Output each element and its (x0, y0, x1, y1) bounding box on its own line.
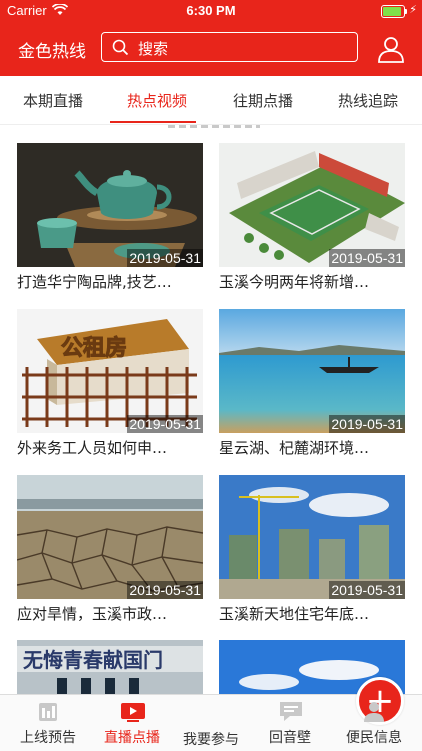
status-bar: Carrier 6:30 PM ⚡ (0, 0, 422, 22)
video-caption: 外来务工人员如何申… (17, 439, 168, 457)
video-thumbnail: 无悔青春献国门 (17, 640, 203, 694)
video-caption: 打造华宁陶品牌,技艺… (17, 273, 172, 291)
active-tab-indicator (110, 121, 196, 123)
tab-hot-videos[interactable]: 热点视频 (112, 90, 202, 111)
charging-icon: ⚡ (409, 3, 417, 16)
battery-fill (383, 7, 401, 16)
video-date: 2019-05-31 (329, 581, 405, 599)
video-date: 2019-05-31 (127, 581, 203, 599)
video-date: 2019-05-31 (127, 415, 203, 433)
person-icon (362, 699, 386, 727)
nav-label: 直播点播 (104, 730, 160, 746)
video-date: 2019-05-31 (329, 415, 405, 433)
message-icon (278, 699, 304, 727)
banner-text: 无悔青春献国门 (23, 648, 163, 672)
video-thumbnail: 2019-05-31 (17, 475, 203, 599)
clock: 6:30 PM (186, 3, 236, 18)
video-date: 2019-05-31 (127, 249, 203, 267)
nav-live-vod[interactable]: 直播点播 (90, 695, 174, 751)
tab-replay[interactable]: 往期点播 (218, 90, 308, 111)
video-thumbnail: 2019-05-31 (219, 475, 405, 599)
play-icon (120, 699, 146, 727)
nav-feedback-wall[interactable]: 回音壁 (248, 695, 332, 751)
battery-icon (381, 5, 407, 18)
schedule-icon (36, 699, 60, 727)
video-thumbnail: 公租房 2019-05-31 (17, 309, 203, 433)
video-thumbnail: 2019-05-31 (219, 143, 405, 267)
svg-text:公租房: 公租房 (61, 335, 127, 361)
video-caption: 星云湖、杞麓湖环境… (219, 439, 370, 457)
search-placeholder: 搜索 (138, 40, 169, 58)
search-icon (112, 39, 129, 60)
video-date: 2019-05-31 (329, 249, 405, 267)
nav-citizen-info[interactable]: 便民信息 (332, 695, 416, 751)
video-thumbnail: 2019-05-31 (17, 143, 203, 267)
search-input[interactable]: 搜索 (101, 32, 358, 62)
scrolled-content-peek (168, 124, 260, 128)
nav-label: 便民信息 (346, 730, 402, 746)
tab-live[interactable]: 本期直播 (8, 90, 98, 111)
bottom-nav: 上线预告 直播点播 + 我要参与 回音壁 便民信息 (0, 677, 422, 751)
video-caption: 玉溪新天地住宅年底… (219, 605, 370, 623)
nav-schedule[interactable]: 上线预告 (6, 695, 90, 751)
app-header: 金色热线 搜索 (0, 22, 422, 76)
video-caption: 玉溪今明两年将新增… (219, 273, 370, 291)
video-caption: 应对旱情，玉溪市政… (17, 605, 168, 623)
nav-label: 我要参与 (183, 732, 239, 748)
nav-label: 回音壁 (269, 730, 311, 746)
video-thumbnail: 2019-05-31 (219, 309, 405, 433)
category-tabs: 本期直播 热点视频 往期点播 热线追踪 (0, 76, 422, 125)
tab-tracking[interactable]: 热线追踪 (323, 90, 413, 111)
nav-participate[interactable]: + 我要参与 (169, 677, 404, 751)
nav-label: 上线预告 (20, 730, 76, 746)
app-title: 金色热线 (18, 42, 86, 62)
user-icon[interactable] (377, 35, 405, 67)
